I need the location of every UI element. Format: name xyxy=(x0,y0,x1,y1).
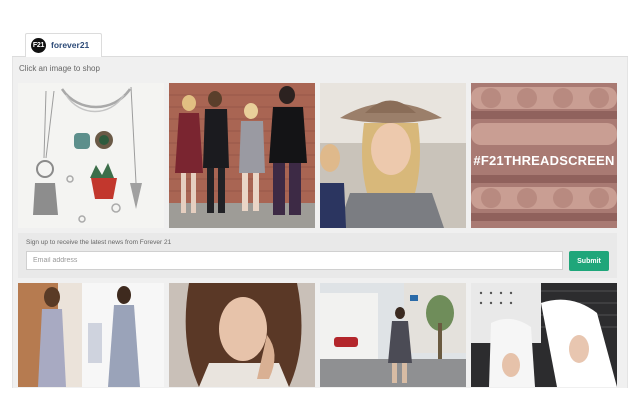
newsletter-signup: Sign up to receive the latest news from … xyxy=(18,233,617,278)
image-tile-closeup-portrait[interactable] xyxy=(169,283,315,387)
submit-button[interactable]: Submit xyxy=(569,251,609,271)
instruction-text: Click an image to shop xyxy=(19,64,100,73)
threadscreen-overlay-text: #F21THREADSCREEN xyxy=(473,153,614,168)
image-tile-threadscreen-promo[interactable]: #F21THREADSCREEN xyxy=(471,83,617,228)
image-tile-dress-duo[interactable] xyxy=(18,283,164,387)
tab-forever21[interactable]: F21 forever21 xyxy=(25,33,102,58)
email-input[interactable] xyxy=(26,251,563,270)
image-tile-street-style[interactable] xyxy=(320,283,466,387)
street-style-image xyxy=(320,283,466,387)
brand-logo-icon: F21 xyxy=(31,38,46,53)
image-tile-fedora-portrait[interactable] xyxy=(320,83,466,228)
closeup-portrait-image xyxy=(169,283,315,387)
brick-wall-group-image xyxy=(169,83,315,228)
signup-label: Sign up to receive the latest news from … xyxy=(26,239,172,246)
image-tile-jewelry-flatlay[interactable] xyxy=(18,83,164,228)
fedora-portrait-image xyxy=(320,83,466,228)
threadscreen-promo-image: #F21THREADSCREEN xyxy=(471,83,617,228)
shop-widget: F21 forever21 Click an image to shop #F2… xyxy=(0,0,640,419)
dress-duo-image xyxy=(18,283,164,387)
image-tile-brick-wall-group[interactable] xyxy=(169,83,315,228)
tab-bar: F21 forever21 xyxy=(12,33,628,58)
jewelry-flatlay-image xyxy=(18,83,164,228)
white-sneakers-image xyxy=(471,283,617,387)
image-tile-white-sneakers[interactable] xyxy=(471,283,617,387)
brand-name: forever21 xyxy=(51,40,90,50)
